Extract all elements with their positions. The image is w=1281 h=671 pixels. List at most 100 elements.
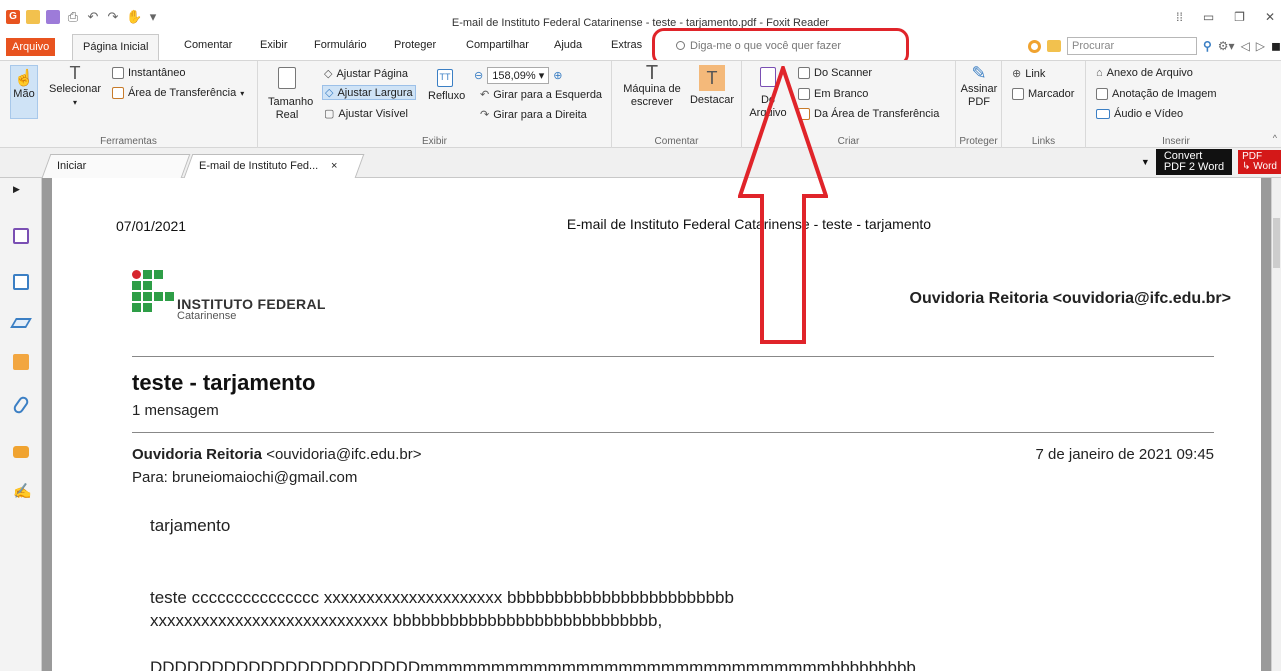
clipboard-icon [112,87,124,99]
minimize-button[interactable]: ▭ [1203,10,1214,24]
image-annotation-label: Anotação de Imagem [1112,88,1217,100]
convert-pdf-to-word[interactable]: ▼ Convert PDF 2 Word PDF ↳ Word [1141,148,1281,176]
bookmark-icon [1012,88,1024,100]
sign-pdf-button[interactable]: ✎ Assinar PDF [958,63,1000,109]
tab-document-label: E-mail de Instituto Fed... [199,160,319,172]
group-inserir: ⌂ Anexo de Arquivo Anotação de Imagem Áud… [1086,61,1266,149]
nav-back-icon[interactable]: ◁ [1241,39,1250,53]
tab-comentar[interactable]: Comentar [184,39,232,51]
instituto-federal-logo: INSTITUTO FEDERAL Catarinense [132,270,332,324]
fit-width-icon: ◇ [325,87,334,99]
hand-tool-label: Mão [13,88,35,100]
audio-video-button[interactable]: Áudio e Vídeo [1096,108,1183,120]
snapshot-button[interactable]: Instantâneo [112,67,186,79]
rotate-left-button[interactable]: ↶ Girar para a Esquerda [480,88,602,102]
sign-pdf-label-2: PDF [968,96,990,108]
header-divider [132,356,1214,357]
pen-sign-icon: ✎ [971,63,987,83]
search-folder-icon[interactable] [1046,40,1061,52]
search-input[interactable]: Procurar [1066,37,1197,55]
tab-arquivo[interactable]: Arquivo [6,38,56,56]
typewriter-label-2: escrever [630,96,674,108]
comments-panel-icon[interactable] [13,354,29,370]
user-icon[interactable]: ◼ [1271,39,1281,53]
close-window-button[interactable]: ✕ [1265,10,1275,24]
tab-iniciar[interactable]: Iniciar [41,154,191,178]
select-tool-label: Selecionar [49,83,101,95]
fit-visible-button[interactable]: ▢ Ajustar Visível [324,107,408,121]
pages-panel-icon[interactable] [13,228,29,244]
group-label-links: Links [1031,136,1056,147]
restore-button[interactable]: ❐ [1234,10,1245,24]
fit-width-button[interactable]: ◇ Ajustar Largura [322,85,416,100]
pdf-page: 07/01/2021 E-mail de Instituto Federal C… [52,178,1261,671]
hand-tool-button[interactable]: ☝ Mão [10,65,38,119]
signature-panel-icon[interactable]: ✍ [13,482,32,500]
tab-extras[interactable]: Extras [611,39,642,51]
group-proteger: ✎ Assinar PDF Proteger [956,61,1002,149]
nav-forward-icon[interactable]: ▷ [1256,39,1265,53]
tab-ajuda[interactable]: Ajuda [554,39,582,51]
thumbnails-panel-icon[interactable] [13,274,29,290]
fit-page-button[interactable]: ◇ Ajustar Página [324,67,408,81]
security-lock-icon[interactable] [13,446,29,458]
rotate-left-icon: ↶ [480,89,490,101]
link-button[interactable]: ⊕ Link [1012,67,1045,81]
zoom-level-value: 158,09% [492,70,536,82]
search-icon[interactable]: ⚲ [1203,39,1212,53]
sign-pdf-label-1: Assinar [960,83,998,95]
actual-size-button[interactable]: Tamanho Real [268,67,314,122]
from-name: Ouvidoria Reitoria [132,446,263,463]
document-viewport[interactable]: 07/01/2021 E-mail de Instituto Federal C… [42,178,1271,671]
actual-size-label-2: Real [275,109,299,121]
convert-dropdown-icon[interactable]: ▼ [1141,157,1150,167]
pdf-word-badge: PDF ↳ Word [1238,150,1281,174]
clipboard-button[interactable]: Área de Transferência ▾ [112,87,244,99]
bookmark-button[interactable]: Marcador [1012,88,1074,100]
select-tool-button[interactable]: T Selecionar ▾ [44,63,106,109]
group-label-proteger: Proteger [959,136,998,147]
reflow-button[interactable]: TT Refluxo [428,69,465,103]
layers-panel-icon[interactable] [10,318,32,328]
zoom-out-icon[interactable]: ⊖ [474,69,483,82]
tab-document[interactable]: E-mail de Instituto Fed... × [183,154,365,178]
email-datetime: 7 de janeiro de 2021 09:45 [1035,446,1214,463]
attachments-panel-icon[interactable] [11,394,31,416]
highlight-button[interactable]: T Destacar [688,65,736,107]
typewriter-label-1: Máquina de [623,83,681,95]
ribbon-options-icon[interactable]: ⁞⁞ [1176,10,1183,24]
text-cursor-icon: T [69,63,81,83]
highlight-label: Destacar [689,94,735,106]
ribbon-tabs: Arquivo Página Inicial Comentar Exibir F… [0,34,1281,60]
body-line-3: xxxxxxxxxxxxxxxxxxxxxxxxxxxx bbbbbbbbbbb… [150,611,663,630]
email-from: Ouvidoria Reitoria <ouvidoria@ifc.edu.br… [132,446,422,463]
from-email: <ouvidoria@ifc.edu.br> [262,446,422,463]
fit-visible-icon: ▢ [324,108,335,120]
window-title: E-mail de Instituto Federal Catarinense … [451,17,830,29]
foxit-circle-icon[interactable] [1027,39,1041,53]
tab-exibir[interactable]: Exibir [260,39,288,51]
group-links: ⊕ Link Marcador Links [1002,61,1086,149]
zoom-level-select[interactable]: 158,09% ▾ [487,67,550,84]
image-annotation-button[interactable]: Anotação de Imagem [1096,88,1217,100]
tab-pagina-inicial[interactable]: Página Inicial [72,34,160,60]
highlight-icon: T [699,65,725,91]
rotate-right-button[interactable]: ↷ Girar para a Direita [480,108,587,122]
typewriter-button[interactable]: T Máquina de escrever [618,63,686,109]
file-attachment-button[interactable]: ⌂ Anexo de Arquivo [1096,67,1193,79]
collapse-ribbon-icon[interactable]: ^ [1273,133,1277,143]
tab-formulario[interactable]: Formulário [314,39,367,51]
close-tab-icon[interactable]: × [331,160,337,172]
title-bar: G ⎙ ↶ ↷ ✋ ▾ E-mail de Instituto Federal … [0,0,1281,34]
tab-compartilhar[interactable]: Compartilhar [466,39,529,51]
zoom-in-icon[interactable]: ⊕ [553,69,562,82]
scroll-thumb[interactable] [1273,218,1280,268]
expand-panel-icon[interactable]: ▶ [13,184,20,195]
settings-gear-icon[interactable]: ⚙▾ [1218,39,1235,53]
vertical-scrollbar[interactable] [1271,178,1281,671]
actual-size-label-1: Tamanho [268,96,314,108]
zoom-control[interactable]: ⊖ 158,09% ▾ ⊕ [474,67,562,84]
group-ferramentas: ☝ Mão T Selecionar ▾ Instantâneo Área de… [0,61,258,149]
body-line-2: teste ccccccccccccccc xxxxxxxxxxxxxxxxxx… [150,588,734,607]
tab-proteger[interactable]: Proteger [394,39,436,51]
